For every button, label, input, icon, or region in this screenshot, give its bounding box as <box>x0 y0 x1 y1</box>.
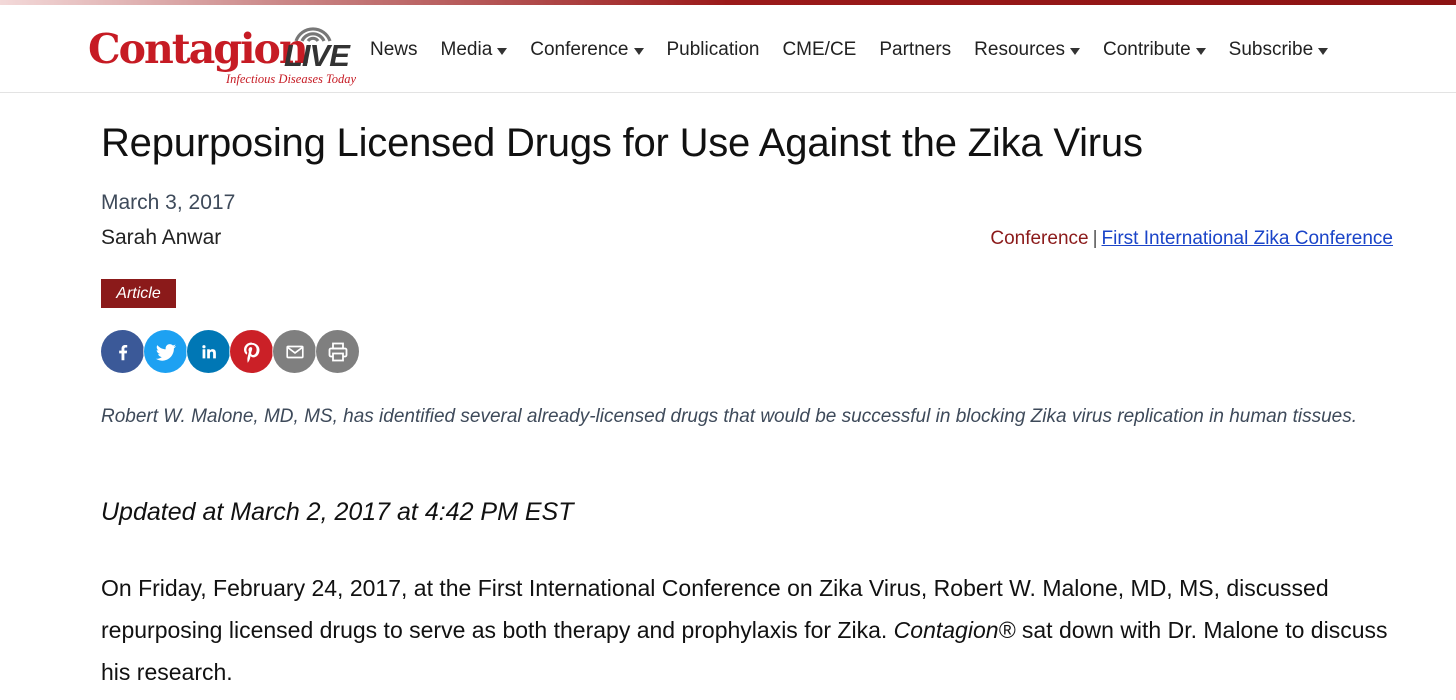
nav-partners[interactable]: Partners <box>879 39 951 61</box>
facebook-icon <box>118 344 127 360</box>
caret-down-icon <box>633 47 644 55</box>
site-logo[interactable]: Contagion LIVE Infectious Diseases Today <box>88 15 360 91</box>
print-icon <box>328 342 347 361</box>
email-share-button[interactable] <box>273 330 316 373</box>
nav-subscribe-label: Subscribe <box>1228 39 1314 60</box>
site-header: Contagion LIVE Infectious Diseases Today… <box>0 5 1456 93</box>
linkedin-share-button[interactable] <box>187 330 230 373</box>
article-type-badge: Article <box>101 279 176 308</box>
caret-down-icon <box>1318 47 1329 55</box>
article-summary: Robert W. Malone, MD, MS, has identified… <box>101 406 1357 427</box>
nav-cme-ce-label: CME/CE <box>782 39 857 60</box>
breadcrumb-category[interactable]: Conference <box>990 228 1088 249</box>
nav-partners-label: Partners <box>879 39 952 60</box>
print-button[interactable] <box>316 330 359 373</box>
nav-contribute-label: Contribute <box>1103 39 1191 60</box>
twitter-share-button[interactable] <box>144 330 187 373</box>
caret-down-icon <box>1195 47 1206 55</box>
main-nav: News Media Conference Publication CME/CE… <box>370 35 1329 65</box>
pinterest-icon <box>243 342 259 363</box>
nav-publication[interactable]: Publication <box>667 39 760 61</box>
linkedin-icon <box>201 344 216 358</box>
facebook-share-button[interactable] <box>101 330 144 373</box>
nav-conference[interactable]: Conference <box>530 39 644 61</box>
logo-live-text: LIVE <box>284 38 350 73</box>
nav-resources-label: Resources <box>974 39 1065 60</box>
nav-cme-ce[interactable]: CME/CE <box>782 39 856 61</box>
nav-media-label: Media <box>440 39 493 60</box>
nav-news[interactable]: News <box>370 39 418 61</box>
nav-media[interactable]: Media <box>441 39 508 61</box>
breadcrumb-separator: | <box>1092 228 1098 249</box>
nav-subscribe[interactable]: Subscribe <box>1229 39 1329 61</box>
nav-contribute[interactable]: Contribute <box>1103 39 1206 61</box>
nav-conference-label: Conference <box>530 39 629 60</box>
article-author[interactable]: Sarah Anwar <box>101 226 221 250</box>
caret-down-icon <box>1070 47 1080 55</box>
twitter-icon <box>155 343 176 361</box>
caret-down-icon <box>497 47 508 55</box>
nav-resources[interactable]: Resources <box>974 39 1080 61</box>
share-buttons <box>101 330 359 373</box>
article-body-paragraph: On Friday, February 24, 2017, at the Fir… <box>101 567 1401 693</box>
updated-timestamp: Updated at March 2, 2017 at 4:42 PM EST <box>101 498 574 526</box>
logo-tagline: Infectious Diseases Today <box>226 72 357 86</box>
logo-brand-text: Contagion <box>88 25 309 73</box>
pinterest-share-button[interactable] <box>230 330 273 373</box>
nav-publication-label: Publication <box>666 39 760 60</box>
article-date: March 3, 2017 <box>101 191 236 214</box>
email-icon <box>285 345 304 358</box>
nav-news-label: News <box>370 39 418 60</box>
body-text-emphasis: Contagion® <box>893 617 1016 643</box>
breadcrumb-conference-link[interactable]: First International Zika Conference <box>1102 228 1393 249</box>
article-title: Repurposing Licensed Drugs for Use Again… <box>101 121 1143 165</box>
breadcrumb: Conference | First International Zika Conf… <box>990 228 1393 250</box>
